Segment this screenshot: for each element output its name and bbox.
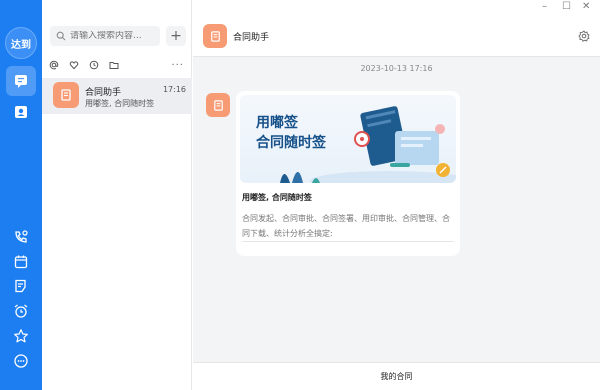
nav-contacts-button[interactable] [6,97,36,127]
filter-clock-button[interactable] [88,59,100,71]
nav-more-button[interactable] [6,346,36,376]
gear-icon[interactable] [578,30,590,42]
document-icon [210,30,220,42]
message-card[interactable]: 用嘟签 合同随时签 用嘟签, 合同随时签 合同发起、合同审批、合同签署、用印审批… [236,91,460,256]
filter-bar: ··· [48,58,186,72]
search-box[interactable] [50,26,160,46]
card-description: 合同发起、合同审批、合同签署、用印审批、合同管理、合同下载、统计分析全搞定: [242,214,450,238]
contacts-icon [15,106,27,118]
my-contracts-button[interactable]: 我的合同 [193,371,600,382]
minimize-button[interactable]: – [542,1,547,12]
card-title: 用嘟签, 合同随时签 [242,193,312,202]
alarm-icon [14,304,28,318]
chat-panel: – ☐ ✕ 合同助手 2023-10-13 17:16 用嘟签 合同随时签 用嘟… [193,0,600,390]
filter-more-button[interactable]: ··· [171,60,184,71]
list-item[interactable]: 合同助手 17:16 用嘟签, 合同随时签 [42,78,192,114]
at-icon [49,60,59,70]
heart-icon [69,61,79,70]
nav-chat-button[interactable] [6,66,36,96]
maximize-button[interactable]: ☐ [562,1,571,12]
close-button[interactable]: ✕ [582,1,590,12]
card-banner: 用嘟签 合同随时签 [240,95,456,183]
assistant-avatar [203,24,227,48]
chat-header: 合同助手 [193,15,600,57]
chat-icon [15,75,27,88]
star-icon [14,329,28,343]
calendar-icon [14,255,28,269]
add-button[interactable]: + [166,26,186,46]
card-divider [242,241,454,242]
contract-illustration [280,106,456,183]
chat-title: 合同助手 [233,33,270,43]
conversation-preview: 用嘟签, 合同随时签 [85,99,155,108]
phone-icon [15,230,28,243]
filter-folder-button[interactable] [108,59,120,71]
conversation-time: 17:16 [162,85,186,94]
notes-icon [15,279,26,293]
conversation-name: 合同助手 [85,88,122,98]
window-titlebar: – ☐ ✕ [193,0,600,15]
assistant-avatar [53,82,79,108]
left-nav: 达到 [0,0,42,390]
document-icon [213,99,223,111]
message-timestamp: 2023-10-13 17:16 [360,64,433,73]
bottom-bar: 我的合同 [193,362,600,390]
assistant-avatar [206,93,230,117]
search-input[interactable] [70,31,160,41]
search-icon [56,31,66,41]
filter-heart-button[interactable] [68,59,80,71]
folder-icon [109,62,119,69]
user-avatar[interactable]: 达到 [5,27,37,59]
more-circle-icon [14,354,28,368]
clock-icon [89,60,99,70]
document-icon [61,89,71,101]
conversation-list: + ··· 合同助手 17:16 用嘟签, 合同随时签 [42,0,192,390]
filter-at-button[interactable] [48,59,60,71]
